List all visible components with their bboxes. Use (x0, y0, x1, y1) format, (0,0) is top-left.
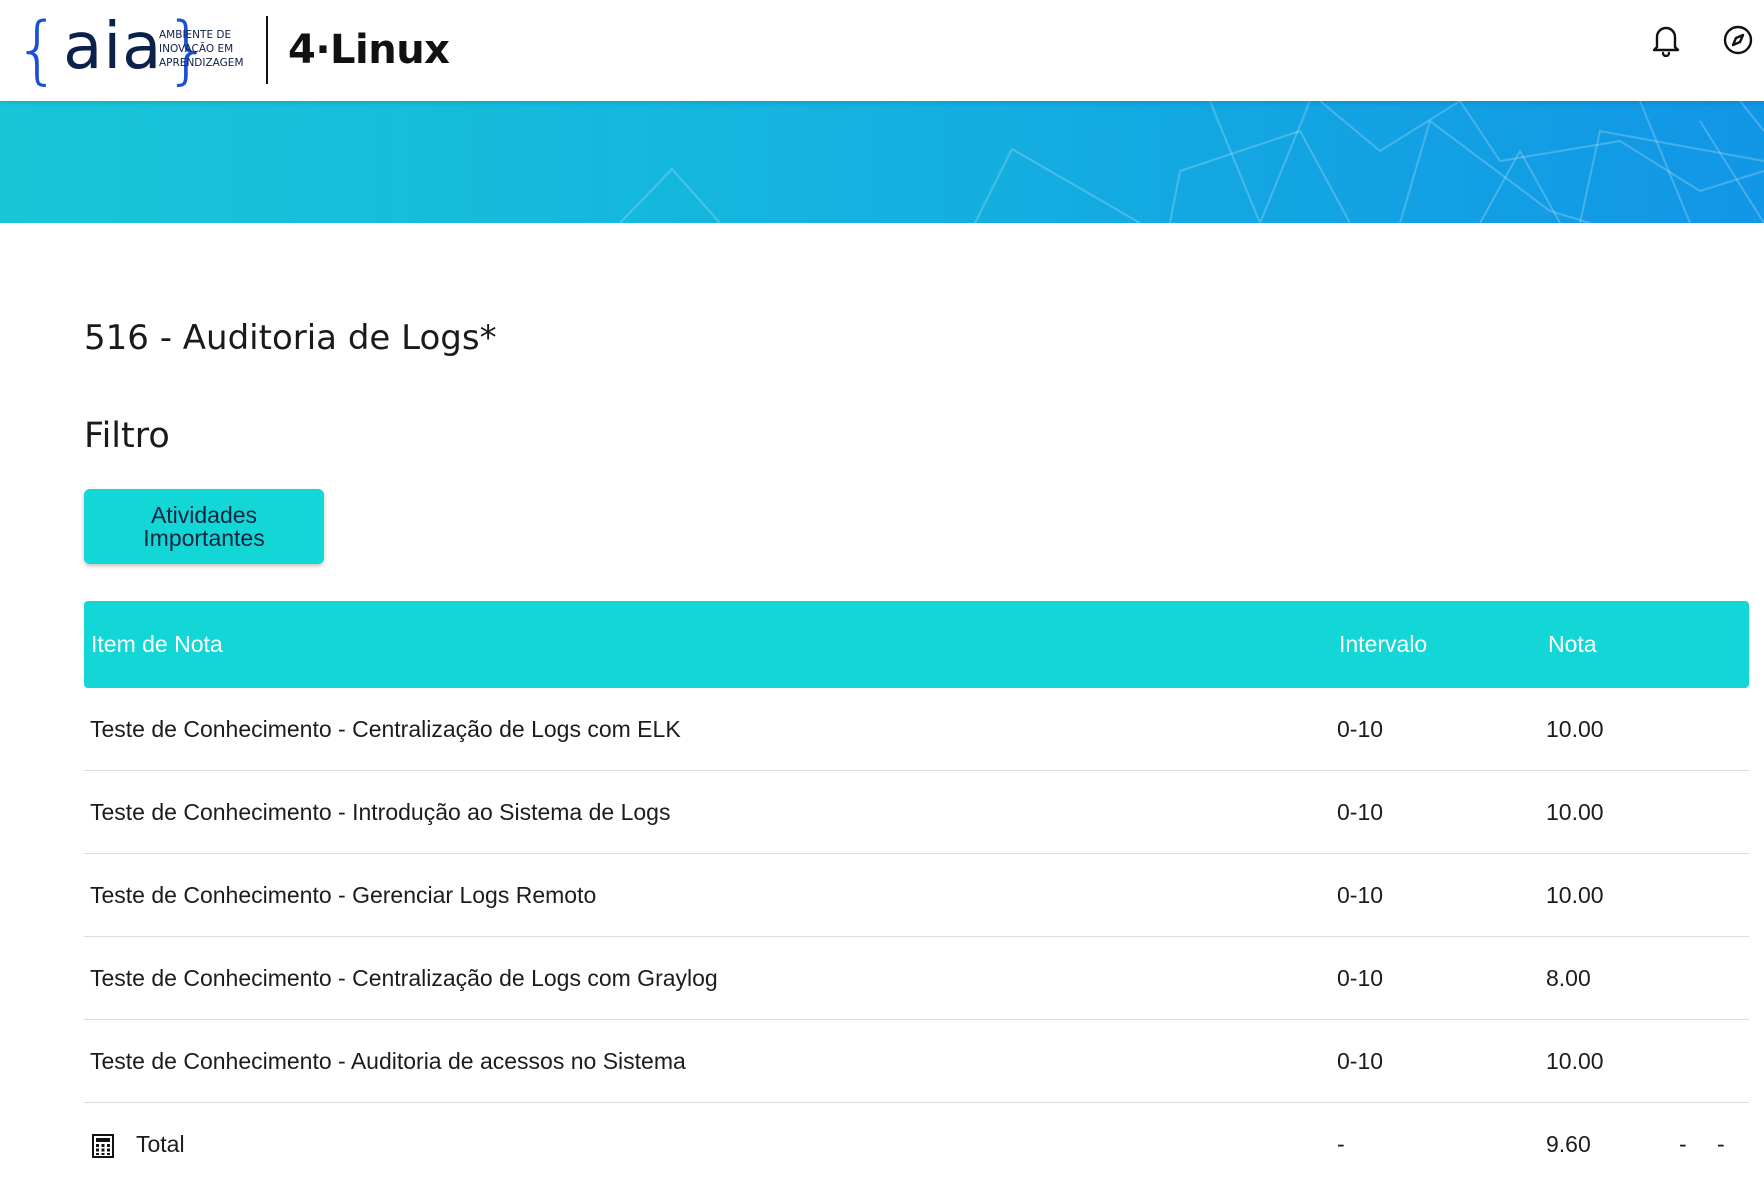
grade-item-name[interactable]: Teste de Conhecimento - Gerenciar Logs R… (90, 882, 596, 909)
grade-item-name[interactable]: Teste de Conhecimento - Centralização de… (90, 716, 681, 743)
grade-item-value: 10.00 (1546, 1048, 1604, 1074)
grade-item-interval: 0-10 (1337, 882, 1384, 908)
total-label: Total (136, 1131, 185, 1157)
grade-item-interval: 0-10 (1337, 799, 1384, 825)
grades-table: Item de Nota Intervalo Nota Teste de Con… (84, 601, 1749, 1183)
aia-logo-tagline: AMBIENTE DE INOVAÇÃO EM APRENDIZAGEM (159, 28, 259, 70)
table-row: Teste de Conhecimento - Introdução ao Si… (84, 771, 1749, 854)
course-title: 516 - Auditoria de Logs* (84, 318, 497, 358)
bell-icon[interactable] (1646, 20, 1686, 60)
table-row: Teste de Conhecimento - Auditoria de ace… (84, 1020, 1749, 1103)
grade-item-interval: 0-10 (1337, 716, 1384, 742)
column-header-grade: Nota (1548, 631, 1597, 657)
total-interval: - (1337, 1131, 1345, 1157)
total-extra-1: - (1679, 1131, 1687, 1157)
grade-item-value: 10.00 (1546, 799, 1604, 825)
total-row: Total - 9.60 - - (84, 1103, 1749, 1183)
table-row: Teste de Conhecimento - Centralização de… (84, 688, 1749, 771)
grade-item-value: 10.00 (1546, 716, 1604, 742)
calculator-icon (92, 1134, 114, 1158)
grades-table-header: Item de Nota Intervalo Nota (84, 601, 1749, 688)
total-extra-2: - (1717, 1131, 1725, 1157)
aia-logo-brace-open: { (14, 7, 62, 93)
banner-pattern (619, 101, 1764, 223)
partner-logo[interactable]: 4·Linux (288, 26, 450, 74)
column-header-interval: Intervalo (1339, 631, 1428, 657)
grade-item-value: 8.00 (1546, 965, 1591, 991)
compass-icon[interactable] (1718, 20, 1758, 60)
grade-item-interval: 0-10 (1337, 1048, 1384, 1074)
grade-item-value: 10.00 (1546, 882, 1604, 908)
table-row: Teste de Conhecimento - Gerenciar Logs R… (84, 854, 1749, 937)
aia-logo-word: aia (63, 10, 163, 84)
aia-tagline-line-3: APRENDIZAGEM (159, 57, 244, 69)
logo-divider (266, 16, 268, 84)
grade-item-name[interactable]: Teste de Conhecimento - Centralização de… (90, 965, 718, 992)
hero-banner (0, 101, 1764, 223)
table-row: Teste de Conhecimento - Centralização de… (84, 937, 1749, 1020)
important-activities-filter-button[interactable]: Atividades Importantes (84, 489, 324, 564)
column-header-item: Item de Nota (91, 631, 223, 657)
total-grade: 9.60 (1546, 1131, 1591, 1157)
filter-heading: Filtro (84, 416, 170, 456)
aia-tagline-line-1: AMBIENTE DE (159, 29, 232, 41)
grade-item-interval: 0-10 (1337, 965, 1384, 991)
grade-item-name[interactable]: Teste de Conhecimento - Introdução ao Si… (90, 799, 670, 826)
top-header: { aia } AMBIENTE DE INOVAÇÃO EM APRENDIZ… (0, 0, 1764, 101)
aia-tagline-line-2: INOVAÇÃO EM (159, 43, 234, 55)
grade-item-name[interactable]: Teste de Conhecimento - Auditoria de ace… (90, 1048, 686, 1075)
